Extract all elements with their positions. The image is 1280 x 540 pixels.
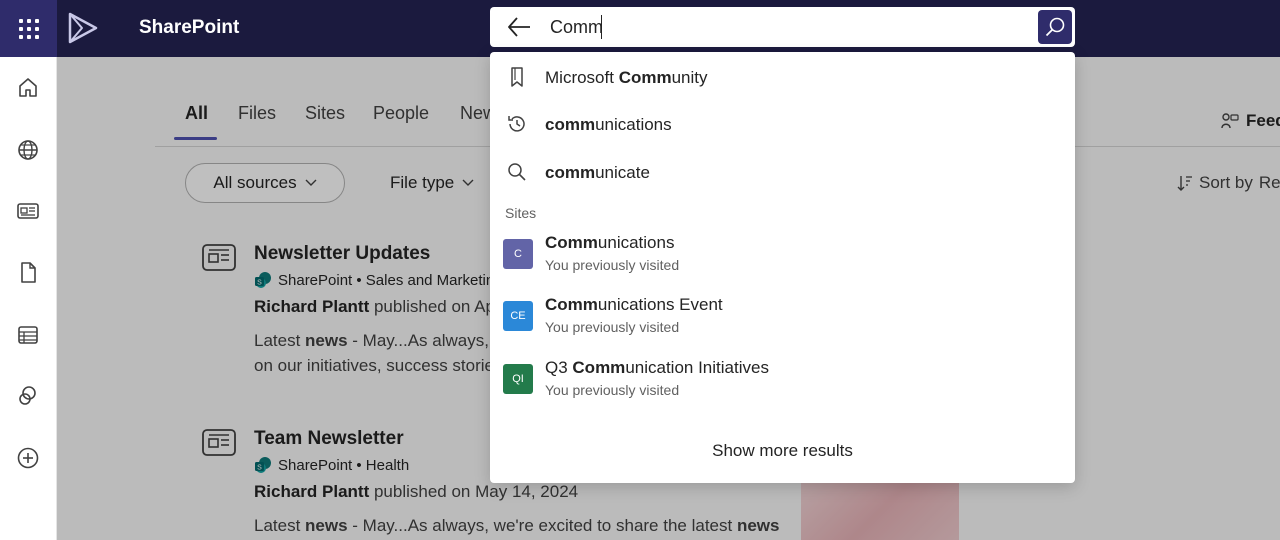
site-name: Q3 Communication Initiatives (545, 358, 769, 378)
search-button[interactable] (1038, 10, 1072, 44)
suggestion-text-post: unications (595, 115, 672, 134)
site-name-pre: Q3 (545, 358, 573, 377)
left-rail (0, 57, 57, 540)
suggestion-text-post: unicate (595, 163, 650, 182)
suggestion-text: communicate (545, 163, 650, 183)
home-icon[interactable] (16, 76, 40, 100)
search-suggestions-dropdown: Microsoft Community communications commu… (490, 52, 1075, 483)
suggestion-item[interactable]: communicate (490, 149, 1075, 193)
site-suggestion[interactable]: QI Q3 Communication Initiatives You prev… (490, 358, 1075, 420)
show-more-results-link[interactable]: Show more results (490, 441, 1075, 461)
suggestion-match: comm (545, 163, 596, 182)
suggestion-match: Comm (618, 68, 672, 87)
suggestion-text: Microsoft Community (545, 68, 708, 88)
document-icon[interactable] (16, 261, 40, 285)
suggestion-text-pre: Microsoft (545, 68, 619, 87)
site-name-match: Comm (545, 233, 598, 252)
sharepoint-icon[interactable] (16, 384, 40, 408)
site-avatar: QI (503, 364, 533, 394)
site-visited-label: You previously visited (545, 319, 680, 335)
back-arrow-icon[interactable] (506, 15, 532, 39)
lists-icon[interactable] (16, 323, 40, 347)
search-box (490, 7, 1075, 47)
search-input[interactable] (550, 13, 1010, 41)
search-icon (1045, 17, 1065, 37)
site-name-post: unications (597, 233, 675, 252)
site-name-match: Comm (545, 295, 598, 314)
app-logo-icon (68, 12, 98, 44)
site-visited-label: You previously visited (545, 257, 680, 273)
site-avatar: CE (503, 301, 533, 331)
suggestion-item[interactable]: Microsoft Community (490, 54, 1075, 98)
globe-icon[interactable] (16, 138, 40, 162)
search-icon (508, 163, 526, 181)
site-name-match: Comm (572, 358, 626, 377)
waffle-icon (18, 18, 39, 39)
sites-section-label: Sites (505, 205, 537, 221)
bookmark-icon (511, 67, 523, 87)
site-name: Communications (545, 233, 674, 253)
history-icon (508, 116, 525, 132)
app-title[interactable]: SharePoint (139, 17, 239, 39)
site-avatar: C (503, 239, 533, 269)
site-name-post: unications Event (597, 295, 723, 314)
suggestion-match: comm (545, 115, 596, 134)
site-visited-label: You previously visited (545, 382, 680, 398)
create-icon[interactable] (16, 446, 40, 470)
site-suggestion[interactable]: C Communications You previously visited (490, 233, 1075, 295)
site-name: Communications Event (545, 295, 723, 315)
suggestion-text: communications (545, 115, 672, 135)
suggestion-item[interactable]: communications (490, 101, 1075, 145)
news-icon[interactable] (16, 199, 40, 223)
site-suggestion[interactable]: CE Communications Event You previously v… (490, 295, 1075, 357)
app-launcher-button[interactable] (0, 0, 57, 57)
site-name-post: unication Initiatives (625, 358, 769, 377)
text-caret (601, 15, 602, 39)
suggestion-text-post: unity (671, 68, 708, 87)
